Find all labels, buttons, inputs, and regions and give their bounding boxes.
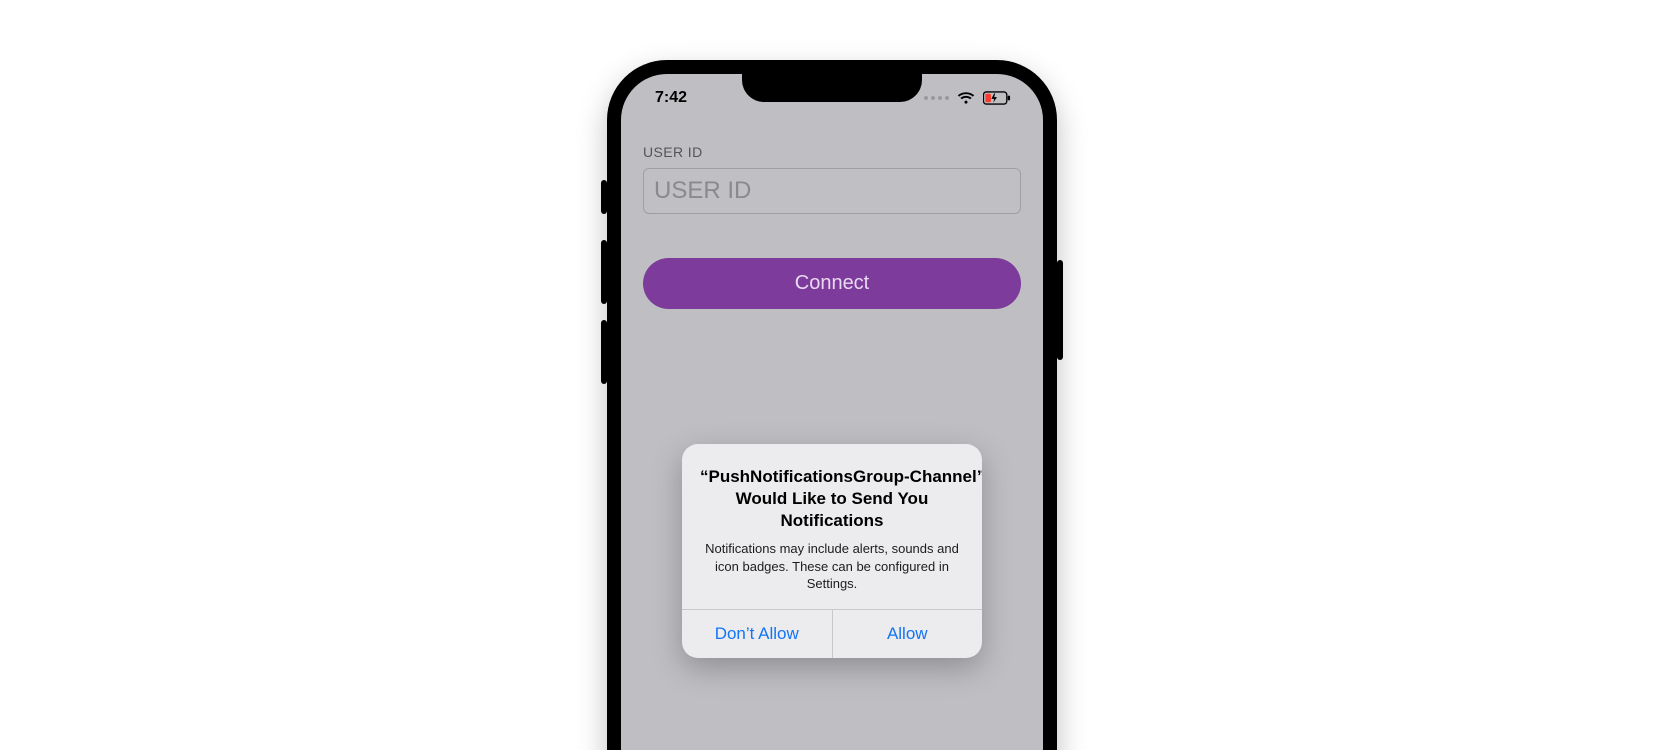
- mute-switch: [601, 180, 607, 214]
- cellular-icon: [924, 96, 949, 100]
- phone-frame: 7:42 USE: [607, 60, 1057, 750]
- user-id-label: USER ID: [643, 144, 1021, 160]
- status-icons: [924, 89, 1011, 107]
- app-content: USER ID Connect: [643, 144, 1021, 309]
- wifi-icon: [957, 89, 975, 107]
- alert-message: Notifications may include alerts, sounds…: [700, 540, 964, 593]
- battery-icon: [983, 91, 1011, 105]
- power-button: [1057, 260, 1063, 360]
- user-id-input[interactable]: [643, 168, 1021, 214]
- volume-down-button: [601, 320, 607, 384]
- alert-buttons: Don’t Allow Allow: [682, 609, 982, 658]
- volume-up-button: [601, 240, 607, 304]
- dont-allow-button[interactable]: Don’t Allow: [682, 610, 832, 658]
- status-time: 7:42: [655, 89, 687, 107]
- canvas: 7:42 USE: [0, 0, 1664, 750]
- connect-button[interactable]: Connect: [643, 258, 1021, 309]
- screen: 7:42 USE: [621, 74, 1043, 750]
- notch: [742, 74, 922, 102]
- alert-body: “PushNotificationsGroup‑Channel” Would L…: [682, 444, 982, 609]
- alert-title: “PushNotificationsGroup‑Channel” Would L…: [700, 466, 964, 532]
- allow-button[interactable]: Allow: [832, 610, 983, 658]
- notification-permission-alert: “PushNotificationsGroup‑Channel” Would L…: [682, 444, 982, 658]
